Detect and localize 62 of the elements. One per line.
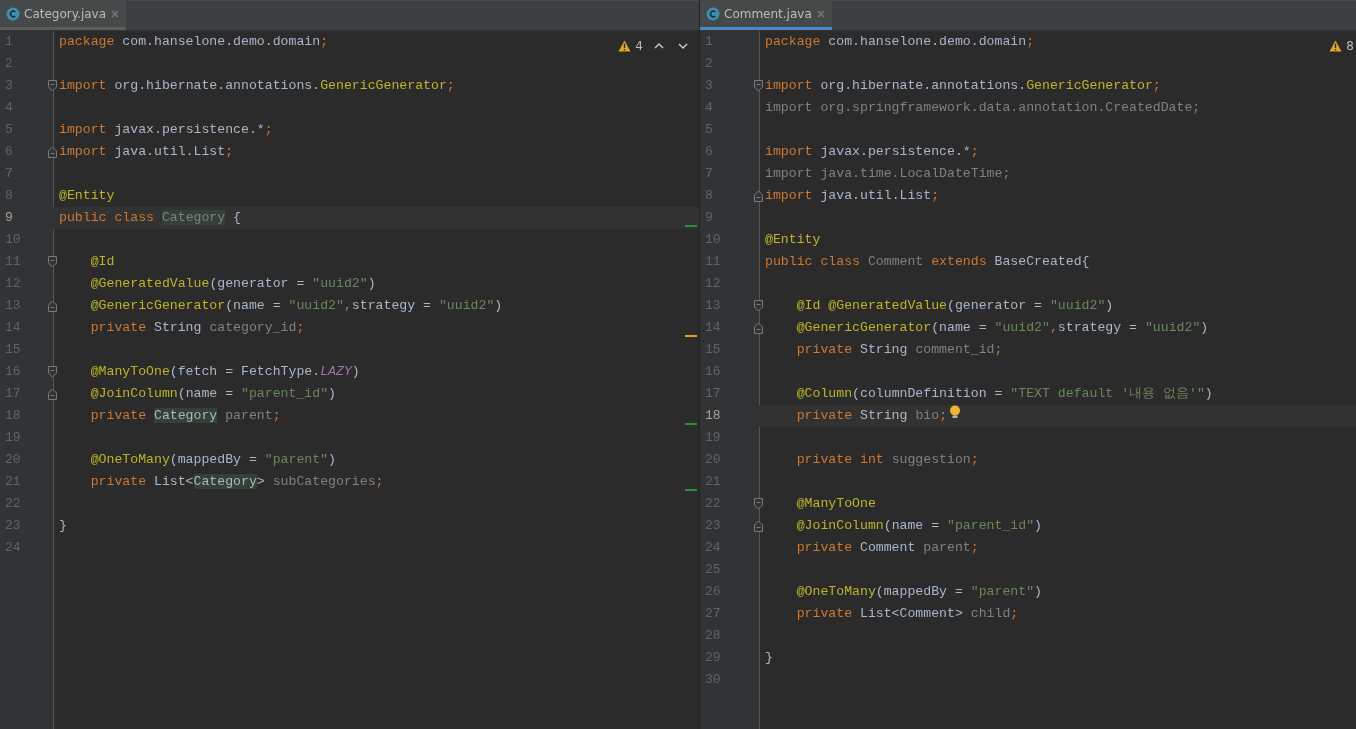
code-line: private List<Category> subCategories; bbox=[89, 473, 384, 492]
fold-marker-icon[interactable] bbox=[48, 300, 57, 312]
code-line: import javax.persistence.*; bbox=[765, 143, 979, 162]
warning-count[interactable]: 4 bbox=[635, 37, 643, 55]
code-line: private String comment_id; bbox=[795, 341, 1003, 360]
code-line: @Id bbox=[89, 253, 115, 272]
file-tab[interactable]: Category.java bbox=[0, 0, 127, 30]
code-line: private Category parent; bbox=[89, 407, 281, 426]
code-line: import org.hibernate.annotations.GenericGenerator; bbox=[765, 77, 1161, 96]
code-line: @OneToMany(mappedBy = "parent") bbox=[89, 451, 336, 470]
code-line: @GenericGenerator(name = "uuid2",strategy = "uuid2") bbox=[89, 297, 503, 316]
lightbulb-icon[interactable] bbox=[949, 405, 962, 419]
fold-marker-icon[interactable] bbox=[754, 322, 763, 334]
code-line: @GeneratedValue(generator = "uuid2") bbox=[89, 275, 376, 294]
code-line: @ManyToOne bbox=[795, 495, 876, 514]
fold-marker-icon[interactable] bbox=[48, 256, 57, 268]
class-icon bbox=[706, 6, 720, 21]
code-line: @GenericGenerator(name = "uuid2",strategy = "uuid2") bbox=[795, 319, 1209, 338]
code-line: import java.util.List; bbox=[59, 143, 234, 162]
code-line: @JoinColumn(name = "parent_id") bbox=[89, 385, 336, 404]
code-line: @Entity bbox=[59, 187, 115, 206]
code-line: import org.springframework.data.annotation.CreatedDate; bbox=[765, 99, 1201, 118]
fold-marker-icon[interactable] bbox=[754, 80, 763, 92]
code-line: @ManyToOne(fetch = FetchType.LAZY) bbox=[89, 363, 360, 382]
code-line: public class Comment extends BaseCreated{ bbox=[765, 253, 1090, 272]
code-line: private String category_id; bbox=[89, 319, 305, 338]
code-line: package com.hanselone.demo.domain; bbox=[59, 33, 329, 52]
code-line: @Entity bbox=[765, 231, 821, 250]
file-tab[interactable]: Comment.java bbox=[700, 0, 832, 30]
code-line: public class Category { bbox=[59, 209, 242, 228]
fold-marker-icon[interactable] bbox=[754, 190, 763, 202]
fold-marker-icon[interactable] bbox=[754, 520, 763, 532]
warning-icon[interactable] bbox=[1329, 40, 1343, 52]
code-line: import java.util.List; bbox=[765, 187, 940, 206]
line-number: 9 bbox=[4, 209, 13, 228]
code-line: } bbox=[765, 649, 773, 668]
code-line: @OneToMany(mappedBy = "parent") bbox=[795, 583, 1042, 602]
code-line: import javax.persistence.*; bbox=[59, 121, 273, 140]
code-line: import org.hibernate.annotations.GenericGenerator; bbox=[59, 77, 455, 96]
close-icon[interactable] bbox=[110, 8, 121, 19]
fold-marker-icon[interactable] bbox=[754, 300, 763, 312]
code-line: package com.hanselone.demo.domain; bbox=[765, 33, 1035, 52]
warning-count[interactable]: 8 bbox=[1346, 37, 1354, 55]
code-line: private int suggestion; bbox=[795, 451, 979, 470]
code-line: import java.time.LocalDateTime; bbox=[765, 165, 1011, 184]
fold-marker-icon[interactable] bbox=[48, 366, 57, 378]
chevron-down-icon[interactable] bbox=[677, 40, 689, 52]
fold-marker-icon[interactable] bbox=[48, 80, 57, 92]
line-number: 18 bbox=[704, 407, 721, 426]
code-line: } bbox=[59, 517, 67, 536]
code-line: @JoinColumn(name = "parent_id") bbox=[795, 517, 1042, 536]
close-icon[interactable] bbox=[815, 8, 826, 19]
code-line: @Column(columnDefinition = "TEXT default '내용 없음'") bbox=[795, 385, 1213, 404]
code-line: private Comment parent; bbox=[795, 539, 979, 558]
fold-marker-icon[interactable] bbox=[48, 146, 57, 158]
code-line: @Id @GeneratedValue(generator = "uuid2") bbox=[795, 297, 1114, 316]
fold-marker-icon[interactable] bbox=[754, 498, 763, 510]
code-line: private String bio; bbox=[795, 407, 948, 426]
fold-marker-icon[interactable] bbox=[48, 388, 57, 400]
code-line: private List<Comment> child; bbox=[795, 605, 1019, 624]
warning-icon[interactable] bbox=[618, 40, 632, 52]
class-icon bbox=[6, 6, 20, 21]
